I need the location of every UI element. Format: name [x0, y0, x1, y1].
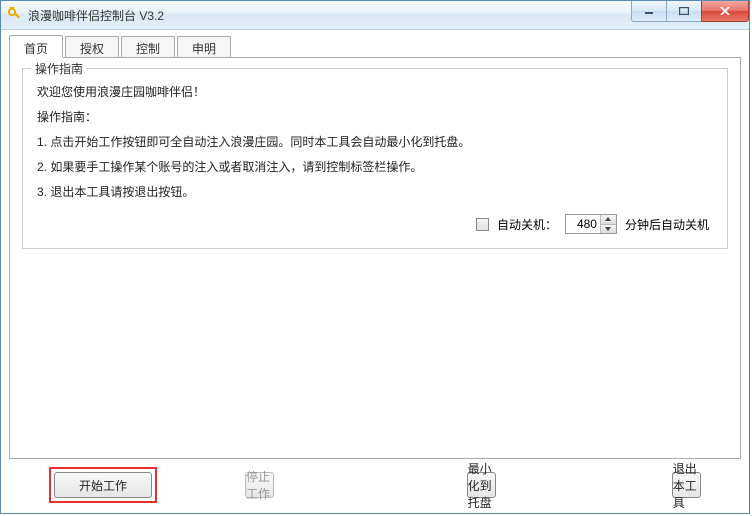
guide-fieldset: 操作指南 欢迎您使用浪漫庄园咖啡伴侣！ 操作指南： 1. 点击开始工作按钮即可全… [22, 68, 728, 249]
guide-legend: 操作指南 [31, 60, 87, 77]
app-icon [7, 7, 23, 23]
spinner-up[interactable] [601, 215, 616, 225]
button-row: 开始工作 停止工作 最小化到托盘 退出本工具 [9, 459, 741, 505]
tab-control[interactable]: 控制 [121, 36, 175, 58]
window-controls [632, 1, 749, 22]
stop-button: 停止工作 [245, 472, 274, 498]
tab-bar: 首页 授权 控制 申明 [9, 36, 741, 58]
exit-button[interactable]: 退出本工具 [672, 472, 701, 498]
shutdown-row: 自动关机： 480 分钟后自动关机 [37, 214, 713, 234]
shutdown-minutes-value[interactable]: 480 [566, 215, 600, 233]
client-area: 首页 授权 控制 申明 操作指南 欢迎您使用浪漫庄园咖啡伴侣！ 操作指南： 1.… [1, 30, 749, 513]
guide-heading: 操作指南： [37, 108, 713, 125]
window-title: 浪漫咖啡伴侣控制台 V3.2 [28, 7, 164, 24]
close-button[interactable] [701, 1, 749, 22]
auto-shutdown-checkbox[interactable] [476, 218, 489, 231]
welcome-text: 欢迎您使用浪漫庄园咖啡伴侣！ [37, 83, 713, 100]
shutdown-suffix: 分钟后自动关机 [625, 216, 709, 233]
tab-content: 操作指南 欢迎您使用浪漫庄园咖啡伴侣！ 操作指南： 1. 点击开始工作按钮即可全… [9, 57, 741, 459]
guide-step-2: 2. 如果要手工操作某个账号的注入或者取消注入，请到控制标签栏操作。 [37, 158, 713, 175]
tab-authorize[interactable]: 授权 [65, 36, 119, 58]
chevron-up-icon [605, 217, 611, 221]
guide-step-1: 1. 点击开始工作按钮即可全自动注入浪漫庄园。同时本工具会自动最小化到托盘。 [37, 133, 713, 150]
auto-shutdown-label: 自动关机： [497, 216, 557, 233]
tab-home[interactable]: 首页 [9, 35, 63, 58]
spinner-down[interactable] [601, 225, 616, 234]
titlebar[interactable]: 浪漫咖啡伴侣控制台 V3.2 [1, 1, 749, 30]
tab-declaration[interactable]: 申明 [177, 36, 231, 58]
start-button[interactable]: 开始工作 [54, 472, 152, 498]
minimize-tray-button[interactable]: 最小化到托盘 [467, 472, 496, 498]
app-window: 浪漫咖啡伴侣控制台 V3.2 首页 授权 控制 申明 操作指南 欢迎您使用浪漫庄… [0, 0, 750, 514]
spinner-buttons [600, 215, 616, 233]
maximize-button[interactable] [666, 1, 702, 22]
chevron-down-icon [605, 227, 611, 231]
shutdown-minutes-spinner[interactable]: 480 [565, 214, 617, 234]
start-highlight: 开始工作 [49, 467, 157, 503]
minimize-button[interactable] [631, 1, 667, 22]
guide-step-3: 3. 退出本工具请按退出按钮。 [37, 183, 713, 200]
